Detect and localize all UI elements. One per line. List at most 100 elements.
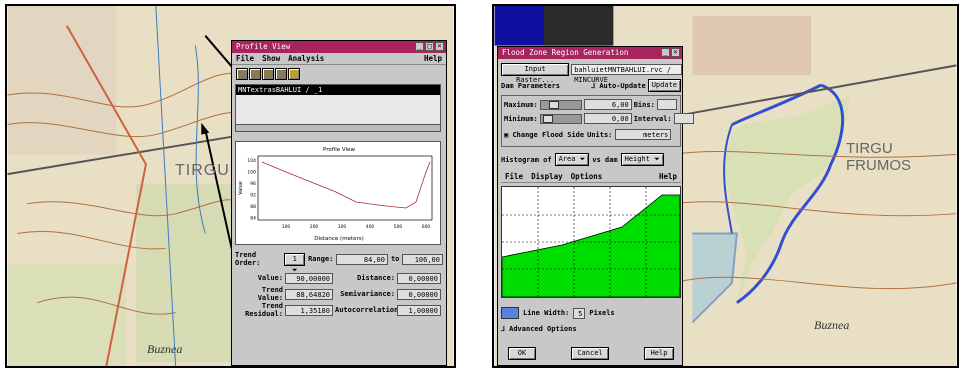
y-tick-label: 96 (250, 181, 256, 187)
y-tick-label: 88 (250, 204, 256, 210)
close-icon[interactable]: × (435, 42, 444, 51)
help-button[interactable]: Help (644, 347, 674, 360)
change-flood-checkbox[interactable]: ▣ Change Flood Side (504, 131, 584, 139)
stat-label-2: Distance: (357, 274, 395, 282)
minimum-label: Minimum: (504, 114, 538, 123)
stat-value-2[interactable]: 0,00000 (397, 272, 441, 284)
profile-graph: Profile View 104 100 96 92 88 84 100 200 300 400 5… (235, 141, 441, 245)
x-tick-label: 500 (394, 224, 403, 230)
advanced-options-label: Advanced Options (509, 325, 577, 333)
input-raster-button[interactable]: Input Raster... (501, 63, 570, 84)
stat-value[interactable]: 1,35180 (285, 304, 333, 316)
layer-list[interactable]: MNTextrasBAHLUI / _1 (235, 84, 441, 132)
range-from-field[interactable]: 84,00 (336, 253, 388, 265)
input-raster-field[interactable]: bahluietMNTBAHLUI.rvc / MINCURVE (571, 64, 682, 84)
map-village-label: Buznea (147, 342, 183, 356)
minimum-row: Minimum: 0,00 Interval: (504, 113, 694, 124)
tool-icon-3[interactable] (262, 68, 274, 80)
stat-label: Trend Value: (257, 286, 283, 302)
dam-params-row: Dam Parameters ⅃ Auto-Update Update (501, 79, 681, 92)
tool-icon-2[interactable] (249, 68, 261, 80)
interval-label: Interval: (633, 114, 672, 123)
stat-value[interactable]: 90,00000 (285, 272, 333, 284)
ok-button[interactable]: OK (508, 347, 536, 360)
histogram-of-select[interactable]: Area ⏷ (554, 153, 590, 166)
minimize-icon[interactable]: _ (415, 42, 424, 51)
range-to-field[interactable]: 106,00 (402, 253, 443, 265)
hist-menu-file[interactable]: File (505, 172, 523, 181)
line-color-swatch[interactable] (501, 307, 519, 319)
trend-order-label: Trend Order: (235, 251, 261, 267)
stat-value-2[interactable]: 1,00000 (397, 304, 441, 316)
line-width-label: Line Width: (523, 309, 570, 317)
menu-analysis[interactable]: Analysis (288, 54, 324, 63)
maximum-row: Maximum: 6,00 Bins: (504, 99, 677, 110)
maximum-slider[interactable] (539, 99, 582, 110)
maximize-icon[interactable]: □ (425, 42, 434, 51)
graph-ylabel: Value (238, 181, 244, 195)
dam-params-box: Maximum: 6,00 Bins: Minimum: 0,00 Interv… (501, 95, 694, 147)
profile-view-titlebar[interactable]: Profile View _ □ × (232, 41, 446, 53)
stat-label-2: Semivariance: (340, 290, 395, 298)
tool-icon-1[interactable] (236, 68, 248, 80)
line-width-row: Line Width: 5 Pixels (501, 307, 615, 319)
stats-row: Value: 90,00000 Distance: 0,00000 (235, 270, 443, 286)
layer-list-scrollbar[interactable] (236, 124, 440, 131)
stat-value-2[interactable]: 0,00000 (397, 288, 441, 300)
input-raster-row: Input Raster... bahluietMNTBAHLUI.rvc / … (501, 63, 682, 84)
graph-xlabel: Distance (meters) (314, 236, 364, 242)
auto-update-checkbox[interactable]: ⅃ Auto-Update (591, 82, 645, 90)
units-field[interactable]: meters (615, 129, 672, 140)
x-tick-label: 100 (282, 224, 291, 230)
hist-menu-options[interactable]: Options (571, 172, 603, 181)
minimum-field[interactable]: 0,00 (583, 113, 632, 124)
trend-order-select[interactable]: 1 ⏷ (284, 252, 306, 274)
layer-list-item[interactable]: MNTextrasBAHLUI / _1 (236, 85, 440, 95)
tool-icon-5[interactable] (288, 68, 300, 80)
y-tick-label: 92 (250, 193, 256, 199)
right-screenshot-panel: TIRGU FRUMOS Buznea Flood Zone Region Ge… (492, 4, 959, 368)
menu-show[interactable]: Show (262, 54, 280, 63)
hist-menu-display[interactable]: Display (531, 172, 563, 181)
flood-zone-titlebar[interactable]: Flood Zone Region Generation _ × (498, 47, 682, 59)
profile-graph-svg: Profile View 104 100 96 92 88 84 100 200 300 400 5… (238, 147, 433, 242)
window-title: Profile View (236, 42, 291, 51)
advanced-options-checkbox[interactable]: ⅃ Advanced Options (501, 325, 577, 333)
tool-icon-4[interactable] (275, 68, 287, 80)
auto-update-label: Auto-Update (599, 81, 646, 90)
line-width-field[interactable]: 5 (573, 307, 586, 319)
cancel-button[interactable]: Cancel (571, 347, 609, 360)
histogram-svg (501, 187, 681, 298)
x-tick-label: 400 (366, 224, 375, 230)
y-tick-label: 104 (247, 158, 256, 164)
x-tick-label: 200 (310, 224, 319, 230)
interval-field[interactable] (673, 113, 694, 124)
stat-label-2: Autocorrelation: (335, 306, 403, 314)
histogram-of-label: Histogram of (501, 155, 552, 164)
stats-grid: Value: 90,00000 Distance: 0,00000 Trend Valu… (235, 270, 443, 318)
histogram-of-value: Area (558, 155, 576, 163)
maximum-field[interactable]: 6,00 (583, 99, 632, 110)
range-to-label: to (390, 255, 400, 263)
stats-row: Trend Residual: 1,35180 Autocorrelation: 1,… (235, 302, 443, 318)
bins-label: Bins: (633, 100, 655, 109)
minimize-icon[interactable]: _ (661, 48, 670, 57)
bins-field[interactable] (656, 99, 677, 110)
dialog-buttons: OK Cancel Help (508, 347, 674, 360)
menu-help[interactable]: Help (424, 54, 442, 63)
window-title: Flood Zone Region Generation (502, 48, 629, 57)
profile-menubar: File Show Analysis Help (232, 53, 446, 65)
histogram-menubar: File Display Options Help (501, 171, 681, 183)
hist-menu-help[interactable]: Help (659, 172, 677, 181)
close-icon[interactable]: × (671, 48, 680, 57)
change-flood-row: ▣ Change Flood Side Units: meters (504, 129, 672, 140)
menu-file[interactable]: File (236, 54, 254, 63)
stat-value[interactable]: 88,64820 (285, 288, 333, 300)
advanced-row: ⅃ Advanced Options (501, 325, 577, 333)
y-tick-label: 84 (250, 216, 256, 222)
pixels-label: Pixels (589, 309, 615, 317)
vs-dam-label: vs dam (592, 155, 618, 164)
vs-dam-select[interactable]: Height ⏷ (620, 153, 664, 166)
minimum-slider[interactable] (539, 113, 582, 124)
update-button[interactable]: Update (647, 79, 681, 92)
